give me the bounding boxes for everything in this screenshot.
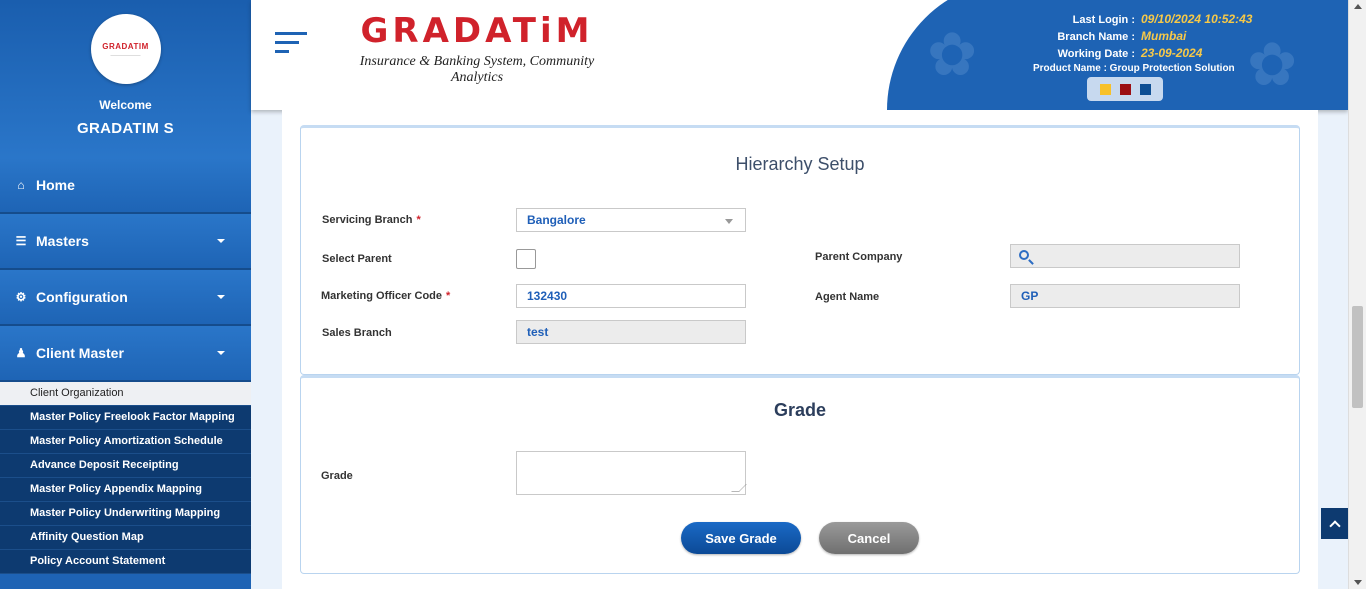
- brand-name: GRADATiM: [360, 11, 594, 51]
- submenu-appendix-mapping[interactable]: Master Policy Appendix Mapping: [0, 478, 251, 502]
- working-date-value: 23-09-2024: [1141, 46, 1203, 60]
- last-login-label: Last Login :: [1072, 14, 1135, 26]
- resize-handle-icon[interactable]: [731, 484, 747, 492]
- marketing-officer-code-input[interactable]: 132430: [516, 284, 746, 308]
- working-date-row: Working Date : 23-09-2024: [1031, 46, 1203, 60]
- hierarchy-setup-title: Hierarchy Setup: [735, 154, 865, 174]
- username: GRADATIM S: [77, 120, 174, 137]
- sidebar-item-label: Masters: [36, 233, 89, 249]
- grade-panel: Grade Grade Save Grade Cancel: [300, 375, 1300, 574]
- cancel-button[interactable]: Cancel: [819, 522, 919, 554]
- avatar: GRADATIM ——————————: [90, 14, 161, 84]
- submenu-underwriting-mapping[interactable]: Master Policy Underwriting Mapping: [0, 502, 251, 526]
- last-login-row: Last Login : 09/10/2024 10:52:43: [1031, 12, 1253, 26]
- avatar-tagline: ——————————: [110, 52, 141, 57]
- grade-title: Grade: [773, 400, 827, 420]
- required-mark: *: [416, 214, 421, 226]
- servicing-branch-value: Bangalore: [527, 213, 586, 227]
- avatar-logo: GRADATIM: [102, 41, 149, 51]
- submenu-policy-account-statement[interactable]: Policy Account Statement: [0, 550, 251, 574]
- agent-name-label: Agent Name: [815, 291, 880, 303]
- theme-yellow-swatch[interactable]: [1099, 83, 1111, 95]
- grade-label: Grade: [321, 470, 353, 482]
- servicing-branch-label: Servicing Branch *: [322, 214, 421, 226]
- branch-name-row: Branch Name : Mumbai: [1031, 29, 1186, 43]
- save-grade-button[interactable]: Save Grade: [681, 522, 801, 554]
- marketing-officer-code-label: Marketing Officer Code *: [321, 290, 450, 302]
- servicing-branch-label-text: Servicing Branch: [322, 214, 413, 226]
- submenu-advance-deposit-receipting[interactable]: Advance Deposit Receipting: [0, 454, 251, 478]
- theme-blue-swatch[interactable]: [1139, 83, 1151, 95]
- sidebar-item-label: Configuration: [36, 289, 128, 305]
- submenu-client-organization[interactable]: Client Organization: [0, 382, 251, 406]
- chevron-up-icon: [1329, 519, 1341, 532]
- sidebar-item-label: Client Master: [36, 345, 124, 361]
- submenu-freelook-factor-mapping[interactable]: Master Policy Freelook Factor Mapping: [0, 406, 251, 430]
- required-mark: *: [446, 290, 451, 302]
- search-icon: [1019, 250, 1029, 260]
- welcome-text: Welcome: [99, 98, 152, 112]
- select-parent-label: Select Parent: [322, 253, 392, 265]
- branch-name-label: Branch Name :: [1057, 31, 1135, 43]
- hierarchy-setup-panel: Hierarchy Setup Servicing Branch * Bangal…: [300, 125, 1300, 375]
- vertical-scrollbar[interactable]: [1348, 0, 1366, 589]
- top-header: GRADATiM Insurance & Banking System, Com…: [251, 0, 1348, 110]
- brand-logo: GRADATiM Insurance & Banking System, Com…: [354, 11, 600, 85]
- submenu-amortization-schedule[interactable]: Master Policy Amortization Schedule: [0, 430, 251, 454]
- profile-block: GRADATIM —————————— Welcome GRADATIM S: [0, 0, 251, 158]
- parent-company-label: Parent Company: [815, 251, 903, 263]
- servicing-branch-select[interactable]: Bangalore: [516, 208, 746, 232]
- sales-branch-input[interactable]: test: [516, 320, 746, 344]
- hamburger-menu-icon[interactable]: [275, 32, 309, 58]
- marketing-officer-code-label-text: Marketing Officer Code: [321, 290, 443, 302]
- working-date-label: Working Date :: [1057, 48, 1135, 60]
- scroll-down-arrow-icon[interactable]: [1354, 580, 1362, 585]
- product-name: Product Name : Group Protection Solution: [1033, 63, 1235, 74]
- sidebar-item-home[interactable]: ⌂ Home: [0, 158, 251, 214]
- grade-textarea[interactable]: [516, 451, 747, 495]
- brand-tagline: Insurance & Banking System, Community An…: [359, 54, 595, 85]
- sidebar-item-label: Home: [36, 177, 75, 193]
- user-icon: ♟: [15, 346, 27, 360]
- client-master-submenu: Client Organization Master Policy Freelo…: [0, 382, 251, 574]
- chevron-down-icon: [217, 351, 225, 355]
- scroll-up-arrow-icon[interactable]: [1354, 4, 1362, 9]
- gears-icon: ⚙: [15, 290, 27, 304]
- chevron-down-icon: [217, 295, 225, 299]
- theme-switcher: [1087, 77, 1163, 101]
- database-icon: ☰: [15, 234, 27, 248]
- palm-tree-decoration-icon: ✿: [1247, 31, 1298, 98]
- last-login-value: 09/10/2024 10:52:43: [1141, 12, 1253, 26]
- select-parent-checkbox[interactable]: [516, 249, 536, 269]
- sidebar-item-client-master[interactable]: ♟ Client Master: [0, 326, 251, 382]
- scrollbar-thumb[interactable]: [1352, 306, 1363, 408]
- home-icon: ⌂: [17, 178, 25, 192]
- parent-company-search[interactable]: [1010, 244, 1240, 268]
- sidebar-item-masters[interactable]: ☰ Masters: [0, 214, 251, 270]
- theme-red-swatch[interactable]: [1119, 83, 1131, 95]
- sales-branch-label: Sales Branch: [322, 327, 392, 339]
- palm-tree-decoration-icon: ✿: [927, 21, 978, 88]
- chevron-down-icon: [725, 219, 733, 224]
- chevron-down-icon: [217, 239, 225, 243]
- submenu-affinity-question-map[interactable]: Affinity Question Map: [0, 526, 251, 550]
- agent-name-input[interactable]: GP: [1010, 284, 1240, 308]
- branch-name-value: Mumbai: [1141, 29, 1187, 43]
- sidebar-item-configuration[interactable]: ⚙ Configuration: [0, 270, 251, 326]
- scroll-to-top-button[interactable]: [1321, 508, 1349, 539]
- sidebar: GRADATIM —————————— Welcome GRADATIM S ⌂…: [0, 0, 251, 589]
